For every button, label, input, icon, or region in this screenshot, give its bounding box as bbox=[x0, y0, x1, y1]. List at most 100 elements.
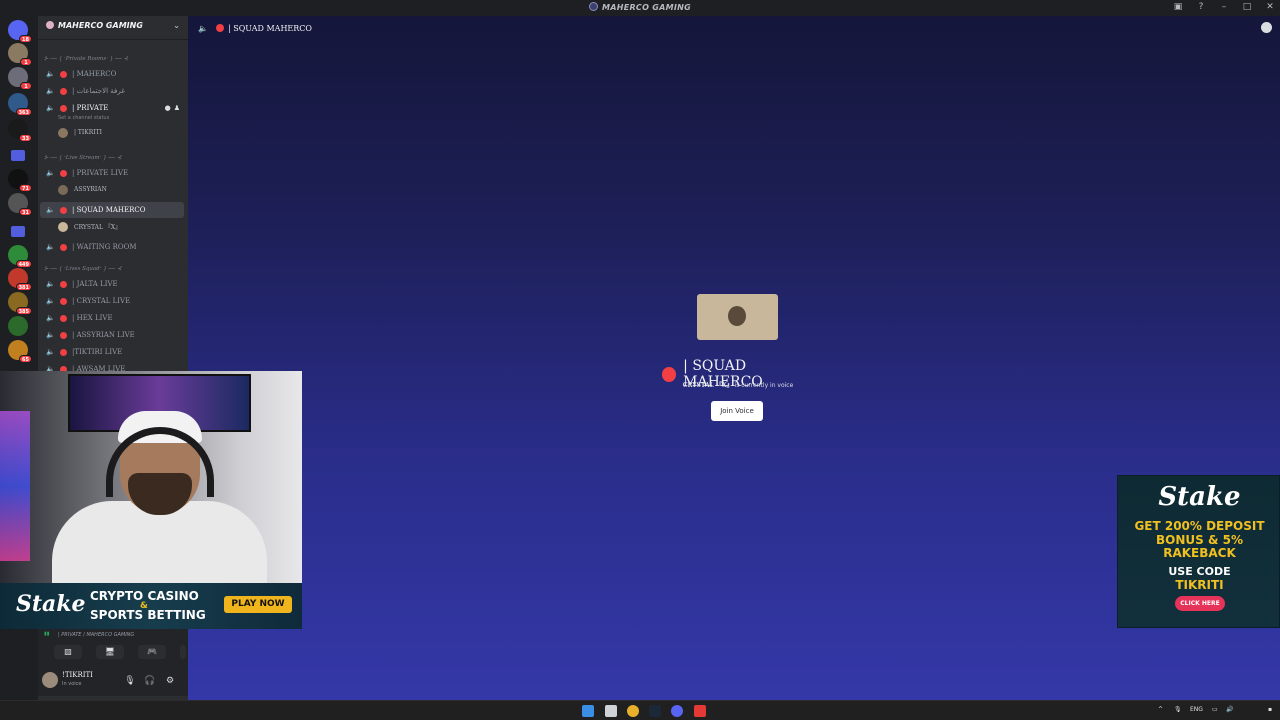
ad-code: TIKRITI bbox=[1175, 578, 1224, 592]
signal-icon[interactable]: ▮▮ bbox=[44, 631, 50, 637]
screen-share-button[interactable]: 🖥 bbox=[96, 645, 124, 659]
steam-icon[interactable] bbox=[649, 705, 661, 717]
speaker-icon: 🔈 bbox=[46, 297, 55, 305]
channel-assyrian-live[interactable]: 🔈 | ASSYRIAN LIVE bbox=[40, 327, 184, 343]
help-icon[interactable]: ? bbox=[1195, 2, 1207, 12]
folder-icon[interactable] bbox=[11, 226, 25, 237]
stake-logo: Stake bbox=[16, 591, 86, 617]
server-icon-7[interactable]: 449 bbox=[8, 245, 32, 268]
member-name: CRYSTAL 『X』 bbox=[74, 224, 122, 231]
discord-icon[interactable] bbox=[671, 705, 683, 717]
add-member-icon[interactable]: ♟ bbox=[174, 104, 180, 112]
mention-badge: 449 bbox=[15, 260, 32, 268]
app-icon[interactable] bbox=[694, 705, 706, 717]
red-dot-icon bbox=[60, 243, 67, 251]
voice-member[interactable]: | TIKRITI bbox=[58, 126, 102, 139]
channel-meeting-room[interactable]: 🔈 | غرفة الاجتماعات bbox=[40, 83, 184, 99]
inbox-icon[interactable]: ▣ bbox=[1172, 2, 1184, 12]
voice-member[interactable]: ASSYRIAN bbox=[58, 183, 107, 196]
category-private-rooms[interactable]: ⊱ ── { ·Private Rooms· } ── ⊰ bbox=[44, 56, 128, 62]
server-icon-8[interactable]: 381 bbox=[8, 268, 32, 291]
channel-private[interactable]: 🔈 | PRIVATE ● ♟ bbox=[40, 100, 184, 116]
noise-suppression-button[interactable]: ▨ bbox=[54, 645, 82, 659]
window-title-text: MAHERCO GAMING bbox=[601, 3, 692, 12]
red-dot-icon bbox=[215, 24, 224, 32]
red-dot-icon bbox=[60, 348, 67, 356]
server-icon-9[interactable]: 385 bbox=[8, 292, 32, 315]
server-icon-10[interactable] bbox=[8, 316, 28, 336]
server-icon-4[interactable]: 33 bbox=[8, 119, 32, 142]
server-icon-6[interactable]: 31 bbox=[8, 193, 32, 216]
stake-banner-ad[interactable]: Stake CRYPTO CASINO & SPORTS BETTING PLA… bbox=[0, 583, 302, 629]
start-icon[interactable] bbox=[582, 705, 594, 717]
speaker-icon: 🔈 bbox=[46, 104, 55, 112]
server-icon-11[interactable]: 65 bbox=[8, 340, 32, 363]
ad-use-code: USE CODE bbox=[1168, 565, 1231, 578]
task-view-icon[interactable] bbox=[605, 705, 617, 717]
stake-logo: Stake bbox=[1158, 482, 1241, 512]
server-icon-3[interactable]: 363 bbox=[8, 93, 32, 116]
channel-tiktiri-live[interactable]: 🔈 |TIKTIRI LIVE bbox=[40, 344, 184, 360]
red-dot-icon bbox=[60, 331, 67, 339]
window-controls: ▣ ? – □ ✕ bbox=[1172, 2, 1276, 12]
stake-side-ad[interactable]: Stake GET 200% DEPOSIT BONUS & 5% RAKEBACK… bbox=[1117, 475, 1280, 628]
server-header[interactable]: MAHERCO GAMING ⌄ bbox=[38, 16, 188, 40]
chat-icon[interactable] bbox=[1261, 22, 1272, 33]
minimize-button[interactable]: – bbox=[1218, 2, 1230, 12]
username[interactable]: !TIKRITI bbox=[62, 671, 93, 679]
speaker-icon: 🔈 bbox=[46, 87, 55, 95]
chat-icon[interactable]: ● bbox=[165, 104, 171, 112]
channel-waiting-room[interactable]: 🔈 | WAITING ROOM bbox=[40, 239, 184, 255]
speaker-icon: 🔈 bbox=[198, 23, 208, 33]
channel-label: |TIKTIRI LIVE bbox=[72, 348, 123, 356]
channel-label: | PRIVATE bbox=[72, 104, 109, 112]
ad-line-3: RAKEBACK bbox=[1163, 546, 1236, 560]
microphone-icon[interactable]: 🎙 bbox=[1174, 706, 1182, 713]
channel-status[interactable]: Set a channel status bbox=[58, 115, 109, 121]
channel-header: 🔈 | SQUAD MAHERCO bbox=[188, 16, 1280, 40]
ad-offer: GET 200% DEPOSIT BONUS & 5% RAKEBACK bbox=[1118, 519, 1280, 561]
voice-member[interactable]: CRYSTAL 『X』 bbox=[58, 220, 121, 233]
participant-tile[interactable] bbox=[697, 294, 778, 340]
language-indicator[interactable]: ENG bbox=[1190, 706, 1203, 713]
channel-label: | ASSYRIAN LIVE bbox=[72, 331, 135, 339]
mention-badge: 1 bbox=[20, 58, 32, 66]
voice-channel-link[interactable]: | PRIVATE / MAHERCO GAMING bbox=[58, 632, 134, 638]
microphone-icon[interactable]: 🎙 bbox=[124, 675, 136, 687]
chevron-up-icon[interactable]: ^ bbox=[1158, 706, 1163, 713]
red-dot-icon bbox=[60, 280, 67, 288]
category-lives-squad[interactable]: ⊱ ── { ·Lives Squad· } ── ⊰ bbox=[44, 266, 121, 272]
red-dot-icon bbox=[60, 314, 67, 322]
notification-icon[interactable]: ▪ bbox=[1268, 706, 1272, 713]
activity-button[interactable]: 🎮 bbox=[138, 645, 166, 659]
red-dot-icon bbox=[60, 104, 67, 112]
volume-icon[interactable]: 🔊 bbox=[1226, 706, 1233, 713]
ad-line-2: BONUS & 5% bbox=[1156, 532, 1243, 547]
channel-maherco[interactable]: 🔈 | MAHERCO bbox=[40, 66, 184, 82]
chrome-icon[interactable] bbox=[627, 705, 639, 717]
home-button[interactable]: 18 bbox=[8, 20, 32, 43]
server-icon-5[interactable]: 71 bbox=[8, 169, 32, 192]
click-here-button[interactable]: CLICK HERE bbox=[1175, 596, 1225, 611]
close-button[interactable]: ✕ bbox=[1264, 2, 1276, 12]
channel-private-live[interactable]: 🔈 | PRIVATE LIVE bbox=[40, 165, 184, 181]
channel-crystal-live[interactable]: 🔈 | CRYSTAL LIVE bbox=[40, 293, 184, 309]
channel-jalta-live[interactable]: 🔈 | JALTA LIVE bbox=[40, 276, 184, 292]
folder-icon[interactable] bbox=[11, 150, 25, 161]
member-name: ASSYRIAN bbox=[74, 186, 107, 193]
headphones-icon[interactable]: 🎧 bbox=[144, 675, 156, 687]
category-live-stream[interactable]: ⊱ ── { ·Live Stream· } ── ⊰ bbox=[44, 155, 121, 161]
gear-icon[interactable]: ⚙ bbox=[164, 675, 176, 687]
play-now-button[interactable]: PLAY NOW bbox=[224, 596, 292, 613]
channel-squad-maherco[interactable]: 🔈 | SQUAD MAHERCO bbox=[40, 202, 184, 218]
join-voice-button[interactable]: Join Voice bbox=[711, 401, 763, 421]
server-icon-1[interactable]: 1 bbox=[8, 43, 32, 66]
avatar[interactable] bbox=[42, 672, 58, 688]
channel-hex-live[interactable]: 🔈 | HEX LIVE bbox=[40, 310, 184, 326]
network-icon[interactable]: ▭ bbox=[1212, 706, 1218, 713]
soundboard-button[interactable] bbox=[180, 645, 186, 659]
chevron-down-icon[interactable]: ⌄ bbox=[173, 21, 180, 30]
server-icon-2[interactable]: 1 bbox=[8, 67, 32, 90]
maximize-button[interactable]: □ bbox=[1241, 2, 1253, 12]
red-dot-icon bbox=[60, 169, 67, 177]
